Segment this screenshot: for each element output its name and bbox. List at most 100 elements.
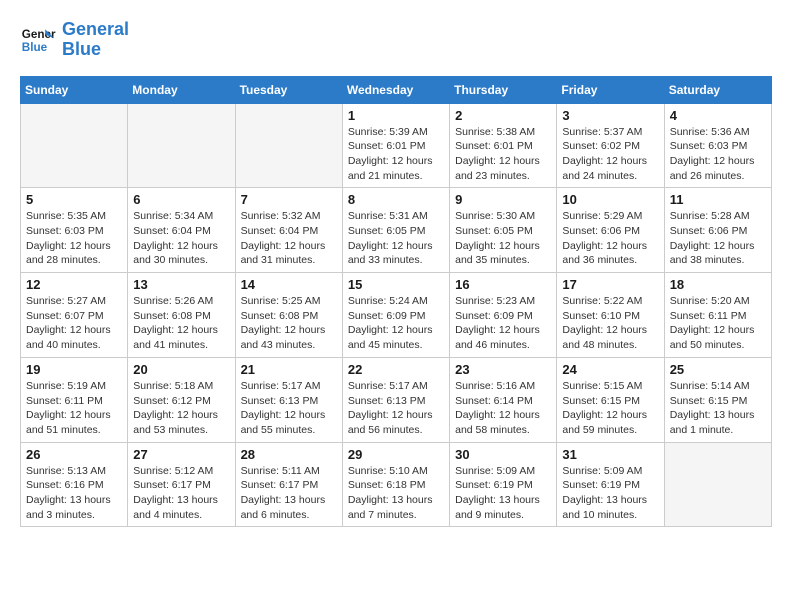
day-number: 26 xyxy=(26,447,122,462)
day-info: Sunrise: 5:28 AM Sunset: 6:06 PM Dayligh… xyxy=(670,209,766,268)
day-info: Sunrise: 5:17 AM Sunset: 6:13 PM Dayligh… xyxy=(241,379,337,438)
calendar-cell: 28 Sunrise: 5:11 AM Sunset: 6:17 PM Dayli… xyxy=(235,442,342,527)
day-number: 22 xyxy=(348,362,444,377)
calendar-cell: 4 Sunrise: 5:36 AM Sunset: 6:03 PM Daylig… xyxy=(664,103,771,188)
day-info: Sunrise: 5:18 AM Sunset: 6:12 PM Dayligh… xyxy=(133,379,229,438)
day-number: 11 xyxy=(670,192,766,207)
day-info: Sunrise: 5:15 AM Sunset: 6:15 PM Dayligh… xyxy=(562,379,658,438)
day-number: 16 xyxy=(455,277,551,292)
calendar-cell: 27Sunrise: 5:12 AM Sunset: 6:17 PM Dayli… xyxy=(128,442,235,527)
day-info: Sunrise: 5:11 AM Sunset: 6:17 PM Dayligh… xyxy=(241,464,337,523)
day-number: 30 xyxy=(455,447,551,462)
calendar-cell: 23 Sunrise: 5:16 AM Sunset: 6:14 PM Dayli… xyxy=(450,357,557,442)
calendar-week-row: 26 Sunrise: 5:13 AM Sunset: 6:16 PM Dayli… xyxy=(21,442,772,527)
day-number: 1 xyxy=(348,108,444,123)
day-info: Sunrise: 5:23 AM Sunset: 6:09 PM Dayligh… xyxy=(455,294,551,353)
day-info: Sunrise: 5:34 AM Sunset: 6:04 PM Dayligh… xyxy=(133,209,229,268)
calendar-cell: 17 Sunrise: 5:22 AM Sunset: 6:10 PM Dayli… xyxy=(557,273,664,358)
day-number: 31 xyxy=(562,447,658,462)
day-number: 23 xyxy=(455,362,551,377)
day-number: 15 xyxy=(348,277,444,292)
day-info: Sunrise: 5:36 AM Sunset: 6:03 PM Dayligh… xyxy=(670,125,766,184)
calendar-cell: 9 Sunrise: 5:30 AM Sunset: 6:05 PM Daylig… xyxy=(450,188,557,273)
day-header-friday: Friday xyxy=(557,76,664,103)
svg-text:General: General xyxy=(22,28,56,41)
day-info: Sunrise: 5:14 AM Sunset: 6:15 PM Dayligh… xyxy=(670,379,766,438)
calendar-cell: 12 Sunrise: 5:27 AM Sunset: 6:07 PM Dayli… xyxy=(21,273,128,358)
day-number: 6 xyxy=(133,192,229,207)
day-info: Sunrise: 5:29 AM Sunset: 6:06 PM Dayligh… xyxy=(562,209,658,268)
day-number: 18 xyxy=(670,277,766,292)
day-number: 12 xyxy=(26,277,122,292)
day-info: Sunrise: 5:31 AM Sunset: 6:05 PM Dayligh… xyxy=(348,209,444,268)
day-number: 21 xyxy=(241,362,337,377)
day-info: Sunrise: 5:20 AM Sunset: 6:11 PM Dayligh… xyxy=(670,294,766,353)
day-header-tuesday: Tuesday xyxy=(235,76,342,103)
logo-text: GeneralBlue xyxy=(62,20,129,60)
calendar-cell: 20 Sunrise: 5:18 AM Sunset: 6:12 PM Dayli… xyxy=(128,357,235,442)
day-info: Sunrise: 5:32 AM Sunset: 6:04 PM Dayligh… xyxy=(241,209,337,268)
day-info: Sunrise: 5:27 AM Sunset: 6:07 PM Dayligh… xyxy=(26,294,122,353)
calendar-table: SundayMondayTuesdayWednesdayThursdayFrid… xyxy=(20,76,772,528)
calendar-cell xyxy=(664,442,771,527)
calendar-cell: 30 Sunrise: 5:09 AM Sunset: 6:19 PM Dayli… xyxy=(450,442,557,527)
page-header: General Blue GeneralBlue xyxy=(20,20,772,60)
day-info: Sunrise: 5:22 AM Sunset: 6:10 PM Dayligh… xyxy=(562,294,658,353)
calendar-cell: 18 Sunrise: 5:20 AM Sunset: 6:11 PM Dayli… xyxy=(664,273,771,358)
calendar-cell: 2 Sunrise: 5:38 AM Sunset: 6:01 PM Daylig… xyxy=(450,103,557,188)
day-info: Sunrise: 5:38 AM Sunset: 6:01 PM Dayligh… xyxy=(455,125,551,184)
calendar-cell xyxy=(128,103,235,188)
day-number: 9 xyxy=(455,192,551,207)
day-header-sunday: Sunday xyxy=(21,76,128,103)
day-number: 17 xyxy=(562,277,658,292)
calendar-cell: 19Sunrise: 5:19 AM Sunset: 6:11 PM Dayli… xyxy=(21,357,128,442)
day-number: 7 xyxy=(241,192,337,207)
day-number: 20 xyxy=(133,362,229,377)
calendar-header-row: SundayMondayTuesdayWednesdayThursdayFrid… xyxy=(21,76,772,103)
day-info: Sunrise: 5:26 AM Sunset: 6:08 PM Dayligh… xyxy=(133,294,229,353)
calendar-cell: 16 Sunrise: 5:23 AM Sunset: 6:09 PM Dayli… xyxy=(450,273,557,358)
calendar-cell: 21 Sunrise: 5:17 AM Sunset: 6:13 PM Dayli… xyxy=(235,357,342,442)
logo: General Blue GeneralBlue xyxy=(20,20,129,60)
calendar-cell: 22Sunrise: 5:17 AM Sunset: 6:13 PM Dayli… xyxy=(342,357,449,442)
day-number: 5 xyxy=(26,192,122,207)
day-number: 3 xyxy=(562,108,658,123)
calendar-cell: 5 Sunrise: 5:35 AM Sunset: 6:03 PM Daylig… xyxy=(21,188,128,273)
calendar-week-row: 1 Sunrise: 5:39 AM Sunset: 6:01 PM Daylig… xyxy=(21,103,772,188)
calendar-cell xyxy=(235,103,342,188)
day-number: 28 xyxy=(241,447,337,462)
day-info: Sunrise: 5:39 AM Sunset: 6:01 PM Dayligh… xyxy=(348,125,444,184)
day-header-monday: Monday xyxy=(128,76,235,103)
day-info: Sunrise: 5:13 AM Sunset: 6:16 PM Dayligh… xyxy=(26,464,122,523)
day-info: Sunrise: 5:09 AM Sunset: 6:19 PM Dayligh… xyxy=(455,464,551,523)
day-number: 27 xyxy=(133,447,229,462)
calendar-cell: 24 Sunrise: 5:15 AM Sunset: 6:15 PM Dayli… xyxy=(557,357,664,442)
calendar-cell: 25Sunrise: 5:14 AM Sunset: 6:15 PM Dayli… xyxy=(664,357,771,442)
day-info: Sunrise: 5:16 AM Sunset: 6:14 PM Dayligh… xyxy=(455,379,551,438)
calendar-cell xyxy=(21,103,128,188)
day-number: 4 xyxy=(670,108,766,123)
calendar-cell: 14Sunrise: 5:25 AM Sunset: 6:08 PM Dayli… xyxy=(235,273,342,358)
calendar-cell: 13Sunrise: 5:26 AM Sunset: 6:08 PM Dayli… xyxy=(128,273,235,358)
calendar-cell: 10 Sunrise: 5:29 AM Sunset: 6:06 PM Dayli… xyxy=(557,188,664,273)
day-number: 2 xyxy=(455,108,551,123)
day-info: Sunrise: 5:30 AM Sunset: 6:05 PM Dayligh… xyxy=(455,209,551,268)
calendar-cell: 8 Sunrise: 5:31 AM Sunset: 6:05 PM Daylig… xyxy=(342,188,449,273)
calendar-cell: 6 Sunrise: 5:34 AM Sunset: 6:04 PM Daylig… xyxy=(128,188,235,273)
calendar-week-row: 19Sunrise: 5:19 AM Sunset: 6:11 PM Dayli… xyxy=(21,357,772,442)
day-number: 24 xyxy=(562,362,658,377)
day-number: 8 xyxy=(348,192,444,207)
day-number: 10 xyxy=(562,192,658,207)
day-number: 14 xyxy=(241,277,337,292)
calendar-cell: 11 Sunrise: 5:28 AM Sunset: 6:06 PM Dayli… xyxy=(664,188,771,273)
calendar-week-row: 12 Sunrise: 5:27 AM Sunset: 6:07 PM Dayli… xyxy=(21,273,772,358)
day-number: 19 xyxy=(26,362,122,377)
day-header-thursday: Thursday xyxy=(450,76,557,103)
logo-icon: General Blue xyxy=(20,22,56,58)
calendar-cell: 31Sunrise: 5:09 AM Sunset: 6:19 PM Dayli… xyxy=(557,442,664,527)
day-info: Sunrise: 5:35 AM Sunset: 6:03 PM Dayligh… xyxy=(26,209,122,268)
calendar-cell: 3Sunrise: 5:37 AM Sunset: 6:02 PM Daylig… xyxy=(557,103,664,188)
day-number: 29 xyxy=(348,447,444,462)
calendar-cell: 15Sunrise: 5:24 AM Sunset: 6:09 PM Dayli… xyxy=(342,273,449,358)
svg-text:Blue: Blue xyxy=(22,41,48,54)
